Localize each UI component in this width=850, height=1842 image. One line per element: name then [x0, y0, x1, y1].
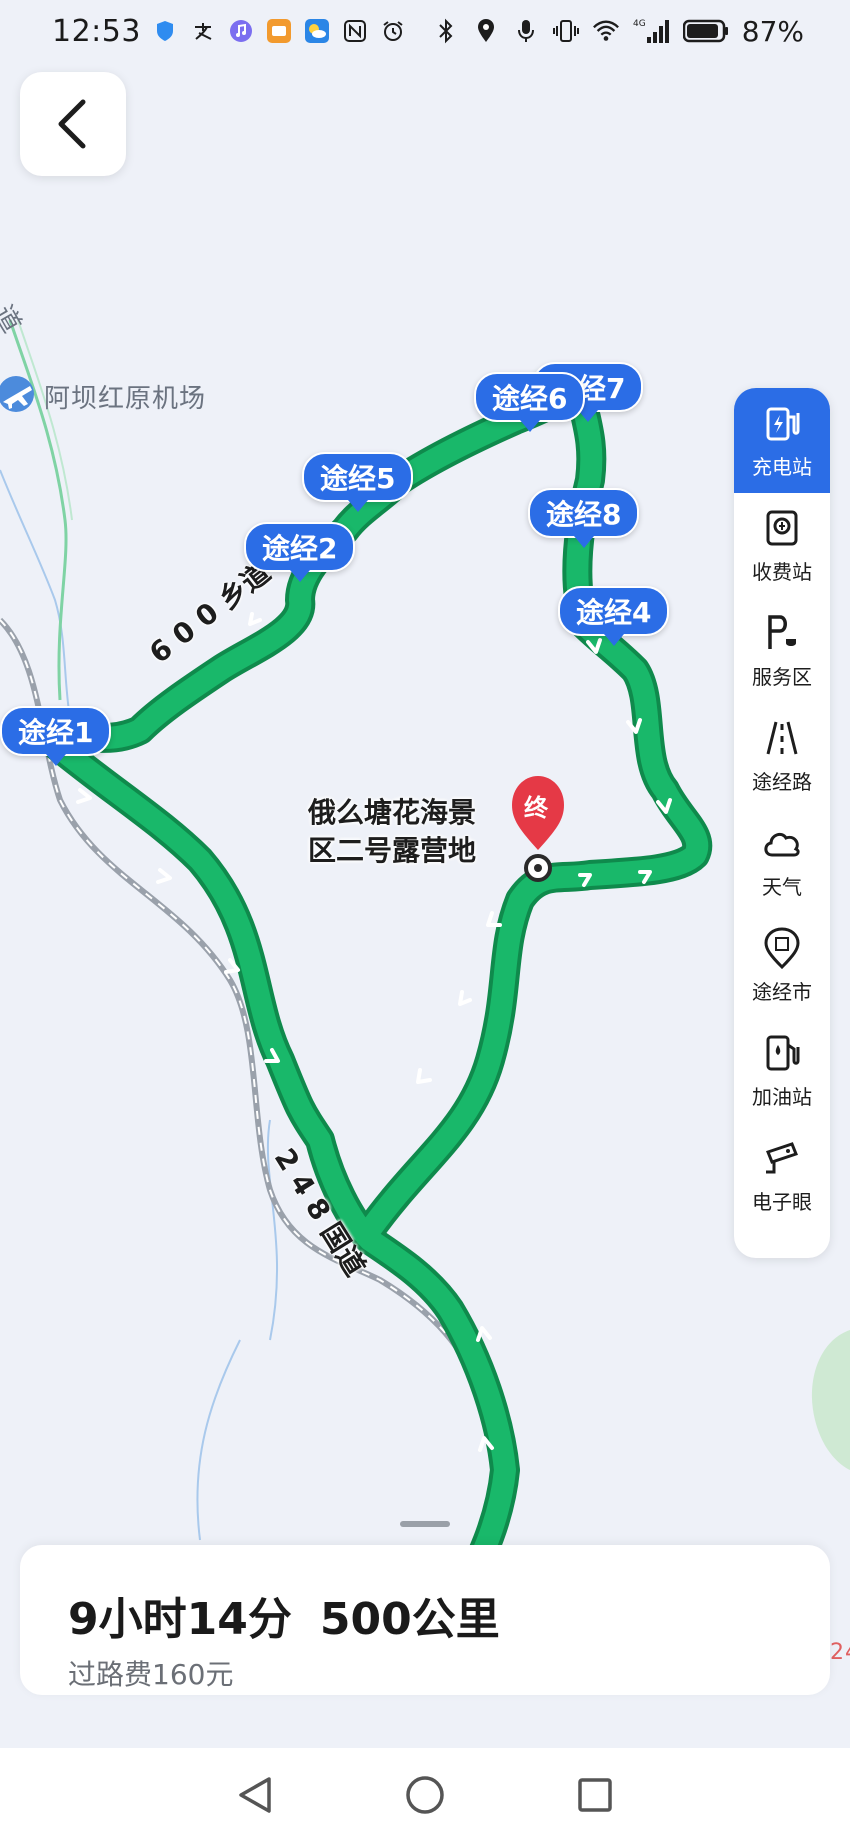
app-root: 阿坝红原机场 道 24 6 0 0 乡道 2 4 8 国道 俄么塘花海景 区二号… — [0, 0, 850, 1842]
sheet-handle[interactable] — [400, 1521, 450, 1527]
service-area-icon — [760, 611, 804, 655]
route-toll: 过路费160元 — [68, 1658, 234, 1691]
waypoint-4[interactable]: 途经4 — [558, 586, 670, 636]
tool-city[interactable]: 途经市 — [734, 913, 830, 1018]
circle-home-icon — [406, 1776, 444, 1814]
map-toolbar: 充电站 收费站 服务区 途经路 天气 途经市 加油站 电子眼 — [734, 388, 830, 1258]
tool-camera-label: 电子眼 — [752, 1190, 812, 1214]
toll-station-icon — [760, 506, 804, 550]
tool-charging-station[interactable]: 充电站 — [734, 388, 830, 493]
waypoint-5[interactable]: 途经5 — [302, 452, 414, 502]
vibrate-icon — [552, 17, 580, 45]
waypoint-6[interactable]: 途经6 — [474, 372, 586, 422]
shield-icon — [151, 17, 179, 45]
waypoint-2[interactable]: 途经2 — [244, 522, 356, 572]
tool-weather-label: 天气 — [762, 875, 802, 899]
route-summary-card[interactable]: 9小时14分 500公里 过路费160元 — [20, 1545, 830, 1695]
tool-service-area[interactable]: 服务区 — [734, 598, 830, 703]
triangle-back-icon — [239, 1777, 271, 1813]
mic-icon — [512, 17, 540, 45]
right-edge-label: 24 — [830, 1640, 850, 1665]
tool-city-label: 途经市 — [752, 980, 812, 1004]
weather-app-icon — [303, 17, 331, 45]
destination-name-line1: 俄么塘花海景 — [308, 796, 477, 829]
network-type-label: 4G — [633, 19, 646, 29]
tool-toll-station-label: 收费站 — [752, 560, 812, 584]
battery-percent: 87% — [741, 14, 804, 48]
square-recents-icon — [578, 1778, 612, 1812]
waypoint-8[interactable]: 途经8 — [528, 488, 640, 538]
status-bar: 12:53 4G 87% — [0, 0, 850, 62]
charging-station-icon — [760, 401, 804, 445]
nav-recents-button[interactable] — [570, 1770, 620, 1820]
signal-icon: 4G — [632, 17, 670, 45]
tool-charging-station-label: 充电站 — [752, 455, 812, 479]
bluetooth-icon — [432, 17, 460, 45]
tool-camera[interactable]: 电子眼 — [734, 1123, 830, 1228]
poi-airport-label[interactable]: 阿坝红原机场 — [44, 378, 206, 415]
tool-road-label: 途经路 — [752, 770, 812, 794]
back-button[interactable] — [20, 72, 126, 176]
location-icon — [472, 17, 500, 45]
tool-gas-station[interactable]: 加油站 — [734, 1018, 830, 1123]
nfc-icon — [341, 17, 369, 45]
chevron-left-icon — [58, 99, 86, 149]
destination-name-line2: 区二号露营地 — [308, 834, 477, 867]
battery-icon — [682, 17, 730, 45]
tool-service-area-label: 服务区 — [752, 665, 812, 689]
status-time: 12:53 — [52, 13, 141, 49]
tool-toll-station[interactable]: 收费站 — [734, 493, 830, 598]
system-nav-bar — [0, 1748, 850, 1842]
wifi-icon — [592, 17, 620, 45]
alarm-icon — [379, 17, 407, 45]
tool-weather[interactable]: 天气 — [734, 808, 830, 913]
road-icon — [760, 716, 804, 760]
nav-home-button[interactable] — [400, 1770, 450, 1820]
route-distance: 500公里 — [319, 1594, 500, 1645]
tool-gas-station-label: 加油站 — [752, 1085, 812, 1109]
destination-marker-label: 终 — [524, 794, 548, 822]
destination-name[interactable]: 俄么塘花海景 区二号露营地 — [308, 794, 476, 870]
route-duration: 9小时14分 — [68, 1594, 292, 1645]
status-right: 4G 87% — [432, 15, 850, 48]
city-pin-icon — [760, 926, 804, 970]
gas-station-icon — [760, 1031, 804, 1075]
alipay-icon — [189, 17, 217, 45]
status-left: 12:53 — [0, 14, 407, 49]
game-app-icon — [265, 17, 293, 45]
route-summary-main: 9小时14分 500公里 — [68, 1583, 500, 1647]
waypoint-1[interactable]: 途经1 — [0, 706, 112, 756]
cloud-icon — [760, 821, 804, 865]
camera-icon — [760, 1136, 804, 1180]
nav-back-button[interactable] — [230, 1770, 280, 1820]
music-icon — [227, 17, 255, 45]
tool-road[interactable]: 途经路 — [734, 703, 830, 808]
